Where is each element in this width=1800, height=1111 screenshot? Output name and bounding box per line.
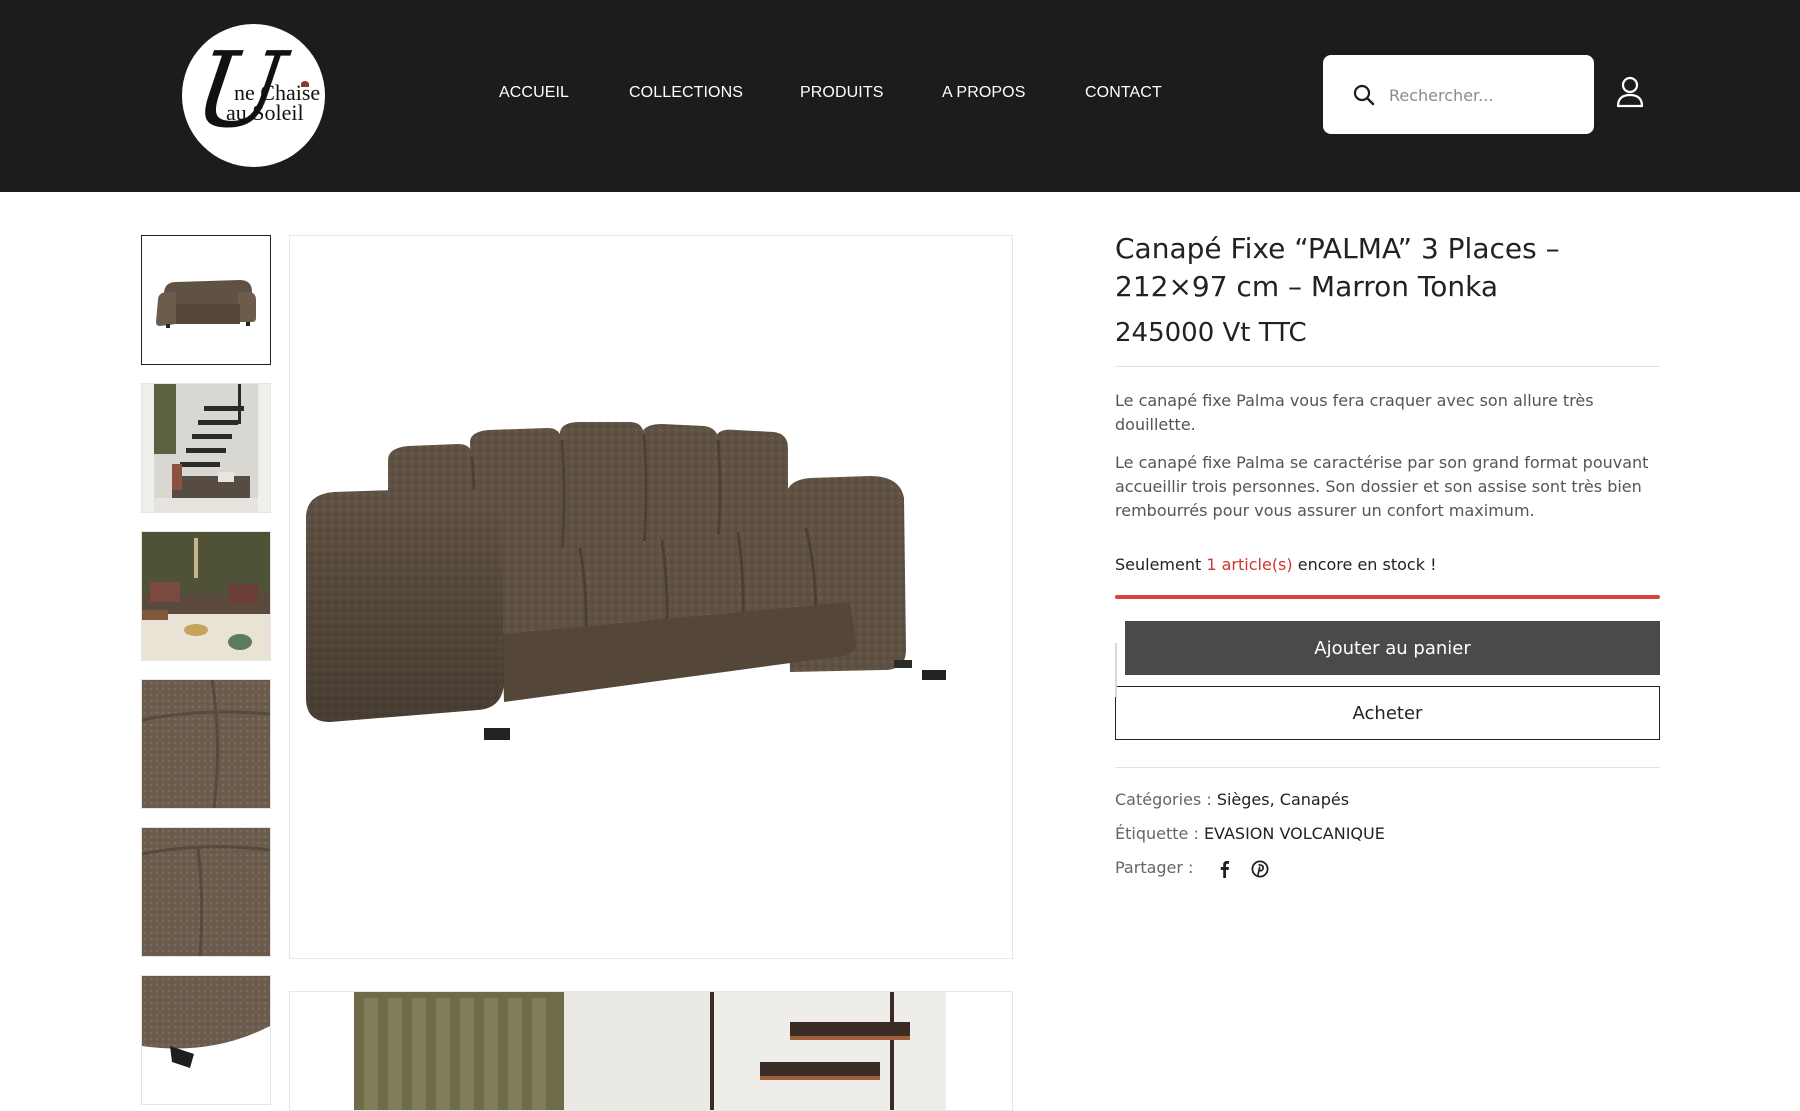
share-row: Partager : <box>1115 856 1660 880</box>
product-description: Le canapé fixe Palma vous fera craquer a… <box>1115 389 1660 523</box>
add-to-cart-button[interactable]: Ajouter au panier <box>1125 621 1660 675</box>
product-categories: Catégories : Sièges, Canapés <box>1115 788 1660 812</box>
nav-item-contact[interactable]: CONTACT <box>1085 84 1162 102</box>
main-product-image[interactable] <box>289 235 1013 959</box>
thumbnail-staircase-room[interactable] <box>141 383 271 513</box>
stock-prefix: Seulement <box>1115 555 1207 574</box>
description-paragraph-1: Le canapé fixe Palma vous fera craquer a… <box>1115 391 1594 434</box>
share-icons <box>1217 860 1269 878</box>
stock-progress-bar <box>1115 595 1660 599</box>
share-label: Partager : <box>1115 858 1194 877</box>
thumbnail-sofa-front[interactable] <box>141 235 271 365</box>
stock-suffix: encore en stock ! <box>1292 555 1437 574</box>
search-box <box>1323 55 1594 134</box>
nav-item-accueil[interactable]: ACCUEIL <box>499 84 569 102</box>
category-link-canapes[interactable]: Canapés <box>1280 790 1349 809</box>
divider <box>1115 767 1660 768</box>
tag-label: Étiquette : <box>1115 824 1199 843</box>
secondary-product-image[interactable] <box>289 991 1013 1111</box>
description-paragraph-2: Le canapé fixe Palma se caractérise par … <box>1115 453 1649 520</box>
search-icon[interactable] <box>1353 84 1375 106</box>
product-tag: Étiquette : EVASION VOLCANIQUE <box>1115 822 1660 846</box>
thumbnail-living-room[interactable] <box>141 531 271 661</box>
categories-label: Catégories : <box>1115 790 1212 809</box>
quantity-divider <box>1115 643 1117 697</box>
user-icon[interactable] <box>1615 76 1645 108</box>
nav-item-a-propos[interactable]: A PROPOS <box>942 84 1026 102</box>
tag-link[interactable]: EVASION VOLCANIQUE <box>1204 824 1385 843</box>
product-title: Canapé Fixe “PALMA” 3 Places – 212×97 cm… <box>1115 232 1560 303</box>
search-input[interactable] <box>1387 79 1581 111</box>
cart-row: Ajouter au panier <box>1115 621 1660 697</box>
nav-item-collections[interactable]: COLLECTIONS <box>629 84 743 102</box>
site-header: U ne Chaise au Soleil ACCUEIL COLLECTION… <box>0 0 1800 192</box>
thumbnail-fabric-foot[interactable] <box>141 975 271 1105</box>
stock-notice: Seulement 1 article(s) encore en stock ! <box>1115 553 1660 577</box>
stock-count: 1 article(s) <box>1206 555 1293 574</box>
product-summary: Canapé Fixe “PALMA” 3 Places – 212×97 cm… <box>1115 230 1660 880</box>
buy-now-button[interactable]: Acheter <box>1115 686 1660 740</box>
pinterest-icon[interactable] <box>1251 860 1269 878</box>
thumbnail-fabric-corner[interactable] <box>141 679 271 809</box>
product-price: 245000 Vt TTC <box>1115 318 1307 348</box>
divider <box>1115 366 1660 367</box>
category-link-sieges[interactable]: Sièges <box>1217 790 1270 809</box>
category-separator: , <box>1269 790 1280 809</box>
thumbnail-fabric-seat[interactable] <box>141 827 271 957</box>
nav-item-produits[interactable]: PRODUITS <box>800 84 883 102</box>
facebook-icon[interactable] <box>1217 860 1233 878</box>
